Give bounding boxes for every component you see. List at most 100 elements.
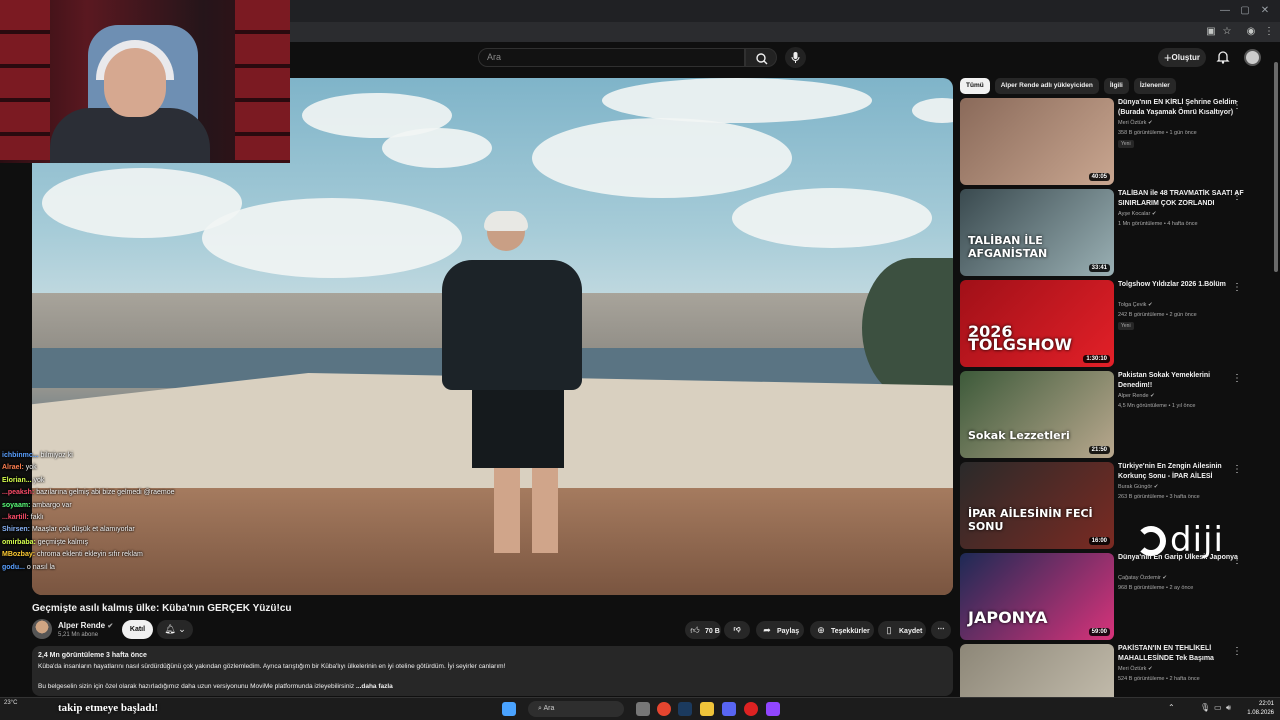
recommended-channel[interactable]: Meri Öztürk ✔ bbox=[1118, 120, 1153, 126]
voice-search-button[interactable] bbox=[785, 47, 806, 68]
recommended-title[interactable]: Dünya'nın En Garip Ülkesi: Japonya bbox=[1118, 553, 1244, 563]
minimize-icon[interactable]: — bbox=[1218, 4, 1232, 18]
like-button[interactable]: 👍︎ 70 B bbox=[685, 621, 721, 639]
video-thumbnail[interactable]: 40:05 bbox=[960, 98, 1114, 185]
verified-icon: ✔ bbox=[1162, 575, 1167, 581]
network-icon[interactable]: ▭ bbox=[1214, 703, 1222, 712]
chat-text: bazılarına gelmiş abi bize gelmedi @raem… bbox=[36, 489, 175, 497]
recommended-video[interactable]: 40:05 Dünya'nın EN KİRLİ Şehrine Geldim (… bbox=[960, 98, 1260, 186]
volume-icon[interactable]: 🔊︎ bbox=[1226, 703, 1231, 713]
verified-icon: ✔ bbox=[1147, 302, 1153, 308]
thanks-button[interactable]: ⊕ Teşekkürler bbox=[810, 621, 874, 639]
twitch-icon[interactable] bbox=[766, 702, 780, 716]
join-button[interactable]: Katıl bbox=[122, 620, 153, 639]
notifications-bell-icon[interactable] bbox=[1215, 49, 1231, 65]
duration-badge: 1:30:10 bbox=[1083, 355, 1110, 363]
profile-icon[interactable]: ◉ bbox=[1244, 25, 1258, 39]
recommended-video[interactable]: TALİBAN İLE AFGANİSTAN 33:41 TALİBAN ile 4… bbox=[960, 189, 1260, 277]
video-thumbnail[interactable]: Sokak Lezzetleri 21:50 bbox=[960, 371, 1114, 458]
save-button[interactable]: ▯ Kaydet bbox=[878, 621, 926, 639]
thumbnail-text: JAPONYA bbox=[968, 608, 1048, 627]
menu-dots-icon[interactable]: ⋮ bbox=[1262, 25, 1276, 39]
more-options-icon[interactable]: ⋮ bbox=[1232, 373, 1242, 384]
verified-icon: ✔ bbox=[1151, 211, 1157, 217]
recommended-channel[interactable]: Ayşe Kocalar ✔ bbox=[1118, 211, 1156, 217]
chat-text: o nasıl la bbox=[26, 563, 55, 571]
more-options-icon[interactable]: ⋮ bbox=[1232, 464, 1242, 475]
more-options-icon[interactable]: ⋮ bbox=[1232, 555, 1242, 566]
maximize-icon[interactable]: ▢ bbox=[1238, 4, 1252, 18]
scrollbar-thumb[interactable] bbox=[1274, 62, 1278, 272]
recommended-title[interactable]: Dünya'nın EN KİRLİ Şehrine Geldim (Burad… bbox=[1118, 98, 1244, 118]
recommended-title[interactable]: Türkiye'nin En Zengin Ailesinin Korkunç … bbox=[1118, 462, 1244, 482]
task-view-icon[interactable] bbox=[636, 702, 650, 716]
recommended-video[interactable]: JAPONYA 59:00 Dünya'nın En Garip Ülkesi: J… bbox=[960, 553, 1260, 641]
recommended-title[interactable]: TALİBAN ile 48 TRAVMATİK SAAT! AF SINIRL… bbox=[1118, 189, 1244, 209]
recommended-meta: 263 B görüntüleme • 3 hafta önce bbox=[1118, 494, 1200, 500]
windows-start-icon[interactable] bbox=[502, 702, 516, 716]
taskbar-clock[interactable]: 22:01 1.08.2026 bbox=[1240, 700, 1274, 718]
chrome-icon[interactable] bbox=[657, 702, 671, 716]
recommended-video[interactable]: Sokak Lezzetleri 21:50 Pakistan Sokak Yeme… bbox=[960, 371, 1260, 459]
video-frame-art bbox=[862, 258, 953, 398]
more-options-icon[interactable]: ⋮ bbox=[1232, 100, 1242, 111]
filter-chip[interactable]: Alper Rende adlı yükleyiciden bbox=[994, 78, 1099, 94]
dislike-button[interactable]: 👎︎ bbox=[724, 621, 750, 639]
taskbar-search[interactable]: ⌕ Ara bbox=[528, 701, 624, 717]
recommended-channel[interactable]: Burak Güngör ✔ bbox=[1118, 484, 1158, 490]
chat-username: omirbaba: bbox=[2, 538, 36, 546]
filter-chips: Tümü Alper Rende adlı yükleyiciden İlgili İ… bbox=[960, 78, 1181, 94]
description-box[interactable]: 2,4 Mn görüntüleme 3 hafta önce Küba'da … bbox=[32, 646, 953, 696]
tray-chevron-icon[interactable]: ⌃ bbox=[1168, 703, 1175, 712]
verified-icon: ✔ bbox=[107, 623, 114, 630]
filter-chip[interactable]: İlgili bbox=[1103, 78, 1129, 94]
recommended-title[interactable]: Tolgshow Yıldızlar 2026 1.Bölüm bbox=[1118, 280, 1244, 290]
show-more-link[interactable]: ...daha fazla bbox=[356, 683, 393, 690]
recommended-video[interactable]: İPAR AİLESİNİN FECİ SONU 16:00 Türkiye'nin… bbox=[960, 462, 1260, 550]
bookmark-star-icon[interactable]: ☆ bbox=[1220, 25, 1234, 39]
chat-text: chroma eklenti ekleyin sıfır reklam bbox=[37, 551, 143, 559]
recommended-channel[interactable]: Tolga Çevik ✔ bbox=[1118, 302, 1153, 308]
account-avatar[interactable] bbox=[1244, 49, 1261, 66]
filter-chip[interactable]: İzlenenler bbox=[1133, 78, 1176, 94]
more-options-icon[interactable]: ⋮ bbox=[1232, 282, 1242, 293]
recommended-title[interactable]: Pakistan Sokak Yemeklerini Denedim!! bbox=[1118, 371, 1244, 391]
discord-icon[interactable] bbox=[722, 702, 736, 716]
mic-tray-icon[interactable]: 🎙︎ bbox=[1200, 703, 1210, 712]
close-icon[interactable]: ✕ bbox=[1258, 4, 1272, 18]
recommended-title[interactable]: PAKİSTAN'IN EN TEHLİKELİ MAHALLESİNDE Te… bbox=[1118, 644, 1244, 664]
follow-alert-text: takip etmeye başladı! bbox=[58, 702, 159, 714]
streamer-webcam bbox=[0, 0, 290, 163]
video-thumbnail[interactable]: 2026 TOLGSHOW 1:30:10 bbox=[960, 280, 1114, 367]
create-button[interactable]: + Oluştur bbox=[1158, 48, 1206, 67]
chat-username: Shirsen: bbox=[2, 526, 31, 534]
more-actions-button[interactable]: ⋯ bbox=[931, 621, 951, 639]
video-frame-art bbox=[484, 211, 528, 231]
mic-icon bbox=[791, 52, 800, 63]
more-options-icon[interactable]: ⋮ bbox=[1232, 191, 1242, 202]
search-button[interactable] bbox=[745, 48, 777, 67]
obs-icon[interactable] bbox=[744, 702, 758, 716]
recommended-channel[interactable]: Meri Öztürk ✔ bbox=[1118, 666, 1153, 672]
recommended-channel[interactable]: Çağatay Özdemir ✔ bbox=[1118, 575, 1167, 581]
page-scrollbar[interactable] bbox=[1272, 42, 1280, 696]
notifications-toggle-button[interactable]: 🔔︎ ⌄ bbox=[157, 620, 193, 639]
search-input[interactable]: Ara bbox=[478, 48, 745, 67]
share-button[interactable]: ➦ Paylaş bbox=[756, 621, 804, 639]
chat-message: ichbinmc... bilmiyoz ki bbox=[2, 450, 362, 462]
recommended-video[interactable]: 2026 TOLGSHOW 1:30:10 Tolgshow Yıldızlar 2… bbox=[960, 280, 1260, 368]
steam-icon[interactable] bbox=[678, 702, 692, 716]
recommended-channel[interactable]: Alper Rende ✔ bbox=[1118, 393, 1155, 399]
filter-chip[interactable]: Tümü bbox=[960, 78, 990, 94]
channel-avatar[interactable] bbox=[32, 619, 52, 639]
channel-name[interactable]: Alper Rende ✔ bbox=[58, 621, 113, 630]
video-thumbnail[interactable]: İPAR AİLESİNİN FECİ SONU 16:00 bbox=[960, 462, 1114, 549]
file-explorer-icon[interactable] bbox=[700, 702, 714, 716]
video-thumbnail[interactable]: JAPONYA 59:00 bbox=[960, 553, 1114, 640]
more-options-icon[interactable]: ⋮ bbox=[1232, 646, 1242, 657]
video-frame-art bbox=[494, 468, 520, 553]
weather-widget[interactable]: 23°C bbox=[4, 700, 17, 706]
cast-icon[interactable]: ▣ bbox=[1204, 25, 1218, 39]
video-thumbnail[interactable]: TALİBAN İLE AFGANİSTAN 33:41 bbox=[960, 189, 1114, 276]
thumbnail-text: Sokak Lezzetleri bbox=[968, 429, 1070, 442]
